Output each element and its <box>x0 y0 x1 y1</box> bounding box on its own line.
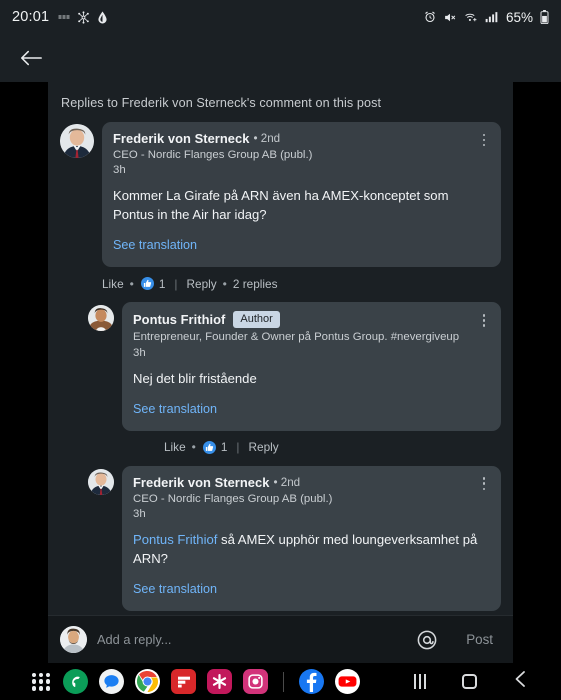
comment-card: Frederik von Sterneck • 2nd CEO - Nordic… <box>102 122 501 268</box>
author-name[interactable]: Pontus Frithiof <box>133 312 225 327</box>
thumbs-up-icon <box>139 276 155 292</box>
like-button[interactable]: Like <box>102 277 124 291</box>
comment-card: Pontus Frithiof Author Entrepreneur, Fou… <box>122 302 501 431</box>
comment-thread-reply-2: Frederik von Sterneck • 2nd CEO - Nordic… <box>48 465 513 615</box>
water-drop-icon <box>97 11 108 24</box>
status-bar-right-icons: 65% <box>424 10 549 25</box>
comment-options-button[interactable] <box>473 472 495 496</box>
separator-pipe: | <box>174 276 178 291</box>
status-bar: 20:01 65% <box>0 0 561 34</box>
reaction-count: 1 <box>158 276 166 291</box>
comment-body: Pontus Frithiof så AMEX upphör med loung… <box>133 531 490 569</box>
battery-percent-label: 65% <box>505 9 533 25</box>
back-icon[interactable] <box>513 670 527 693</box>
author-headline: Entrepreneur, Founder & Owner på Pontus … <box>133 331 460 344</box>
post-button[interactable]: Post <box>458 628 501 651</box>
alarm-icon <box>424 11 436 23</box>
comment-card: Frederik von Sterneck • 2nd CEO - Nordic… <box>122 465 501 612</box>
facebook-icon[interactable] <box>299 669 324 694</box>
comment-options-button[interactable] <box>473 308 495 332</box>
back-arrow-icon <box>20 50 42 66</box>
mute-icon <box>443 11 457 24</box>
author-headline: CEO - Nordic Flanges Group AB (publ.) <box>113 149 313 161</box>
home-icon[interactable] <box>462 674 477 689</box>
connection-degree: • 2nd <box>273 475 301 489</box>
avatar[interactable] <box>88 468 114 495</box>
reactions-summary[interactable]: 1 <box>201 439 228 455</box>
instagram-icon[interactable] <box>243 669 268 694</box>
comment-options-button[interactable] <box>473 128 495 152</box>
avatar[interactable] <box>88 305 114 332</box>
status-bar-left-icons <box>58 10 108 24</box>
reply-input[interactable] <box>97 632 415 647</box>
see-translation-link[interactable]: See translation <box>133 402 217 416</box>
comment-body: Kommer La Girafe på ARN även ha AMEX-kon… <box>113 188 449 223</box>
mention-button[interactable] <box>414 627 440 653</box>
mention-link[interactable]: Pontus Frithiof <box>133 532 217 547</box>
snapchat-asterisk-icon[interactable] <box>207 669 232 694</box>
reactions-summary[interactable]: 1 <box>139 276 166 292</box>
thumbs-up-icon <box>201 439 217 455</box>
separator-dot: • <box>222 276 227 291</box>
at-mention-icon <box>417 630 437 649</box>
separator-dot: • <box>129 276 134 291</box>
comment-item: Frederik von Sterneck • 2nd CEO - Nordic… <box>88 465 501 612</box>
author-name[interactable]: Frederik von Sterneck <box>133 475 269 490</box>
dnd-icon <box>58 11 70 23</box>
author-headline: CEO - Nordic Flanges Group AB (publ.) <box>133 492 333 505</box>
recents-icon[interactable] <box>414 674 426 689</box>
back-button[interactable] <box>14 42 48 74</box>
comment-author-line: Pontus Frithiof Author <box>133 311 490 329</box>
comment-thread-reply-1: Pontus Frithiof Author Entrepreneur, Fou… <box>48 302 513 455</box>
comment-timestamp: 3h <box>133 508 146 521</box>
like-button[interactable]: Like <box>164 440 186 454</box>
comment-actions: Like • 1 | Reply <box>164 431 501 455</box>
system-nav-buttons <box>414 670 527 693</box>
connection-degree: • 2nd <box>253 132 281 145</box>
wifi-icon <box>464 11 478 24</box>
replies-panel: Replies to Frederik von Sterneck's comme… <box>48 82 513 615</box>
comment-body: Nej det blir fristående <box>133 370 257 386</box>
comment-item: Frederik von Sterneck • 2nd CEO - Nordic… <box>60 122 501 268</box>
reaction-count: 1 <box>220 440 228 455</box>
app-header <box>0 34 561 82</box>
reply-button[interactable]: Reply <box>249 440 279 454</box>
separator-pipe: | <box>236 440 240 455</box>
taskbar <box>0 663 561 700</box>
comment-timestamp: 3h <box>113 164 126 177</box>
taskbar-divider <box>283 671 284 692</box>
messages-icon[interactable] <box>99 669 124 694</box>
author-badge: Author <box>233 311 280 329</box>
separator-dot: • <box>191 440 196 455</box>
avatar[interactable] <box>60 124 94 158</box>
reply-composer: Post <box>48 615 513 663</box>
phone-icon[interactable] <box>63 669 88 694</box>
battery-icon <box>540 10 549 24</box>
current-user-avatar[interactable] <box>60 626 87 653</box>
bluetooth-share-icon <box>77 10 90 24</box>
see-translation-link[interactable]: See translation <box>133 582 217 596</box>
screen: 20:01 65% Replies to Frederik von Sterne… <box>0 0 561 700</box>
flipboard-icon[interactable] <box>171 669 196 694</box>
comment-thread-root: Frederik von Sterneck • 2nd CEO - Nordic… <box>48 122 513 292</box>
comment-actions: Like • 1 | Reply • 2 replies <box>102 267 501 292</box>
replies-count-link[interactable]: 2 replies <box>233 277 278 291</box>
author-name[interactable]: Frederik von Sterneck <box>113 131 249 146</box>
status-bar-clock: 20:01 <box>12 9 50 25</box>
comment-item: Pontus Frithiof Author Entrepreneur, Fou… <box>88 302 501 431</box>
chrome-icon[interactable] <box>135 669 160 694</box>
taskbar-apps <box>30 669 360 694</box>
see-translation-link[interactable]: See translation <box>113 238 197 252</box>
comment-author-line: Frederik von Sterneck • 2nd <box>113 131 490 146</box>
youtube-icon[interactable] <box>335 669 360 694</box>
page-title: Replies to Frederik von Sterneck's comme… <box>61 96 382 110</box>
app-drawer-icon[interactable] <box>30 671 52 693</box>
comment-author-line: Frederik von Sterneck • 2nd <box>133 475 490 490</box>
comment-timestamp: 3h <box>133 346 146 359</box>
signal-icon <box>485 11 498 23</box>
reply-button[interactable]: Reply <box>187 277 217 291</box>
